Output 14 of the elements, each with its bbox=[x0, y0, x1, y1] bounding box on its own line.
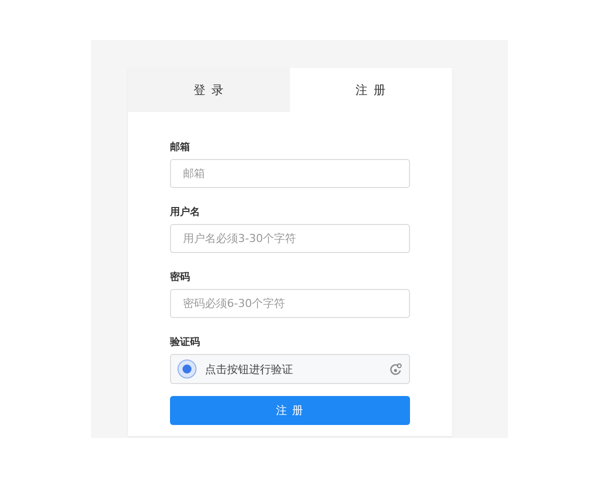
field-label: 密码 bbox=[170, 270, 190, 284]
tab[interactable]: 登 录 bbox=[128, 68, 290, 112]
field-label: 邮箱 bbox=[170, 140, 190, 154]
field-label: 用户名 bbox=[170, 205, 200, 219]
register-button[interactable]: 注 册 bbox=[170, 396, 410, 425]
tab[interactable]: 注 册 bbox=[290, 68, 452, 112]
input-field[interactable]: 密码必须6-30个字符 bbox=[170, 289, 410, 318]
captcha-prompt: 点击按钮进行验证 bbox=[205, 362, 294, 376]
captcha-field[interactable]: 点击按钮进行验证 bbox=[170, 354, 410, 384]
refresh-icon[interactable] bbox=[388, 362, 403, 376]
radio-icon bbox=[177, 359, 197, 379]
input-field[interactable]: 用户名必须3-30个字符 bbox=[170, 224, 410, 253]
field-label: 验证码 bbox=[170, 336, 200, 349]
input-field[interactable]: 邮箱 bbox=[170, 159, 410, 188]
